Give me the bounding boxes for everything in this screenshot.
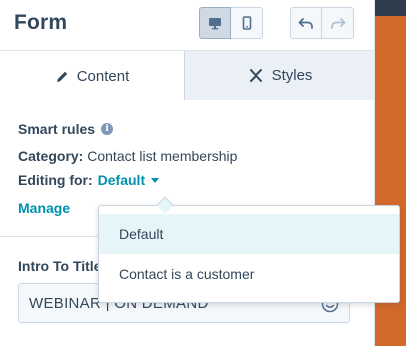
pencil-icon [56,71,67,82]
editing-for-menu: Default Contact is a customer [98,196,400,303]
mobile-view-button[interactable] [231,7,263,39]
category-label: Category: [18,148,84,164]
desktop-icon [209,18,221,30]
mobile-icon [242,16,251,30]
panel-title: Form [14,11,68,34]
redo-button[interactable] [322,7,354,39]
editing-row: Editing for: Default [18,172,160,188]
undo-icon [298,18,313,29]
menu-option-default[interactable]: Default [99,214,399,254]
smart-rules-label: Smart rules [18,121,96,137]
editing-for-dropdown[interactable]: Default [97,172,160,188]
smart-rules-heading: Smart rules i [18,121,114,137]
editing-label: Editing for: [18,172,93,188]
category-value: Contact list membership [87,148,238,164]
history-group [290,7,354,39]
tab-content[interactable]: Content [0,51,185,102]
category-row: Category: Contact list membership [18,148,237,164]
info-icon[interactable]: i [101,123,114,135]
menu-option-customer[interactable]: Contact is a customer [99,254,399,294]
panel-header: Form [0,0,374,50]
redo-icon [330,18,345,29]
view-toggle-group [199,7,263,39]
manage-link[interactable]: Manage [18,200,70,216]
preview-edge-header [375,0,406,16]
tab-content-label: Content [76,68,130,85]
field-label: Intro To Title [18,258,102,274]
caret-down-icon [151,177,160,183]
desktop-view-button[interactable] [199,7,231,39]
editing-for-value: Default [97,172,146,188]
tab-styles-label: Styles [271,67,313,84]
brush-icon [249,68,262,82]
undo-button[interactable] [290,7,322,39]
panel-tabs: Content Styles [0,50,374,102]
tab-styles[interactable]: Styles [185,51,374,101]
